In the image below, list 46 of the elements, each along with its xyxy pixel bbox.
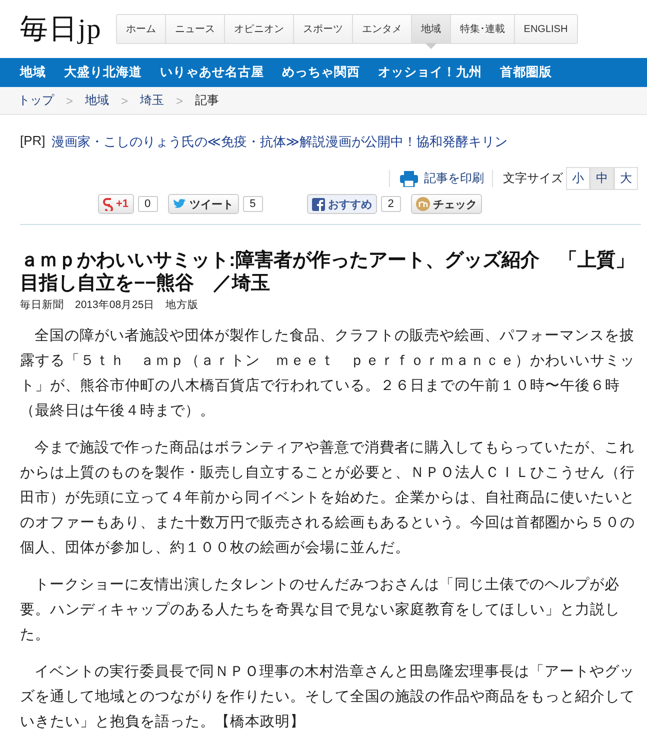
region-link[interactable]: 首都圏版 <box>500 64 552 81</box>
print-link[interactable]: 記事を印刷 <box>389 170 484 187</box>
nav-tab[interactable]: エンタメ <box>352 15 411 43</box>
article-paragraph: トークショーに友情出演したタレントのせんだみつおさんは「同じ土俵でのヘルプが必要。ハンディキャップのある人たちを奇異な目で見ない家庭教育をしてほしい」と力説した。 <box>20 576 621 645</box>
breadcrumb-link[interactable]: 埼玉 <box>140 92 164 109</box>
breadcrumb-link[interactable]: トップ <box>18 92 54 109</box>
pointer-icon <box>424 43 437 49</box>
share-count: 0 <box>138 196 158 212</box>
ad-tag: [PR] <box>20 133 46 151</box>
bird-icon <box>172 198 187 210</box>
facebook-button[interactable]: おすすめ <box>306 194 377 214</box>
font-size-button[interactable]: 小 <box>566 167 590 190</box>
region-link[interactable]: オッショイ！九州 <box>378 64 482 81</box>
region-link[interactable]: 地域 <box>20 64 46 81</box>
nav-tab[interactable]: スポーツ <box>292 15 352 43</box>
breadcrumb-link[interactable]: 地域 <box>85 92 110 109</box>
mixi-icon <box>416 197 430 211</box>
font-size-label: 文字サイズ <box>492 170 563 187</box>
font-size-button[interactable]: 中 <box>590 167 614 190</box>
nav-tab[interactable]: ニュース <box>164 15 224 43</box>
nav-tab[interactable]: ホーム <box>116 15 165 43</box>
share-count: 2 <box>380 196 401 212</box>
printer-icon <box>400 170 418 186</box>
region-link[interactable]: 大盛り北海道 <box>64 64 142 81</box>
site-logo[interactable]: 毎日jp <box>20 10 102 48</box>
article-paragraph: イベントの実行委員長で同ＮＰＯ理事の木村浩章さんと田島隆宏理事長は「アートやグッズを通して地域とのつながりを作りたい。そして全国の施設の作品や商品をもっと紹介していきたい」と抱負を語った。【橋本政明】 <box>20 662 636 732</box>
article-title: ａｍｐかわいいサミット:障害者が作ったアート、グッズ紹介 「上質」目指し自立を−−熊谷 ／埼玉 <box>20 249 636 295</box>
ad-link[interactable]: 漫画家・こしのりょう氏の≪免疫・抗体≫解説漫画が公開中！協和発酵キリン <box>51 133 508 151</box>
gplus-button[interactable]: +1 <box>98 194 134 214</box>
nav-tab[interactable]: オピニオン <box>224 15 293 43</box>
article-byline: 毎日新聞 2013年08月25日 地方版 <box>20 298 200 312</box>
breadcrumb-separator: > <box>121 94 128 108</box>
facebook-icon <box>312 198 325 210</box>
article-paragraph: 全国の障がい者施設や団体が製作した食品、クラフトの販売や絵画、パフォーマンスを披露する「５ｔｈ ａｍｐ（ａｒトン ｍｅｅｔ ｐｅｒｆｏｒｍａｎｃｅ）かわいいサミット」が、熊谷市仲町の八木橋百貨店で行われている。２６日までの午前１０時〜午後６時（最終日は午後４時まで）。 <box>20 326 636 421</box>
nav-tab[interactable]: ENGLISH <box>514 15 577 43</box>
breadcrumb-separator: > <box>66 94 74 108</box>
share-count: 5 <box>242 196 263 212</box>
nav-tab[interactable]: 特集･連載 <box>450 15 514 43</box>
article-paragraph: 今まで施設で作った商品はボランティアや善意で消費者に購入してもらっていたが、これからは上質のものを製作・販売し自立することが必要と、ＮＰＯ法人ＣＩＬひこうせん（行田市）が先頭に立って４年前から同イベントを始めた。企業からは、自社商品に使いたいとのオファーもあり、また十数万円で販売される絵画もあるという。今回は首都圏から５０の個人、団体が参加し、約１００枚の絵画が会場に並んだ。 <box>20 438 636 558</box>
region-link[interactable]: めっちゃ関西 <box>282 64 360 81</box>
font-size-button[interactable]: 大 <box>614 167 638 190</box>
breadcrumb-separator: > <box>176 94 184 108</box>
breadcrumb-current: 記事 <box>195 92 220 109</box>
region-link[interactable]: いりゃあせ名古屋 <box>160 64 264 81</box>
twitter-button[interactable]: ツイート <box>168 194 239 214</box>
mixi-button[interactable]: チェック <box>410 194 482 214</box>
